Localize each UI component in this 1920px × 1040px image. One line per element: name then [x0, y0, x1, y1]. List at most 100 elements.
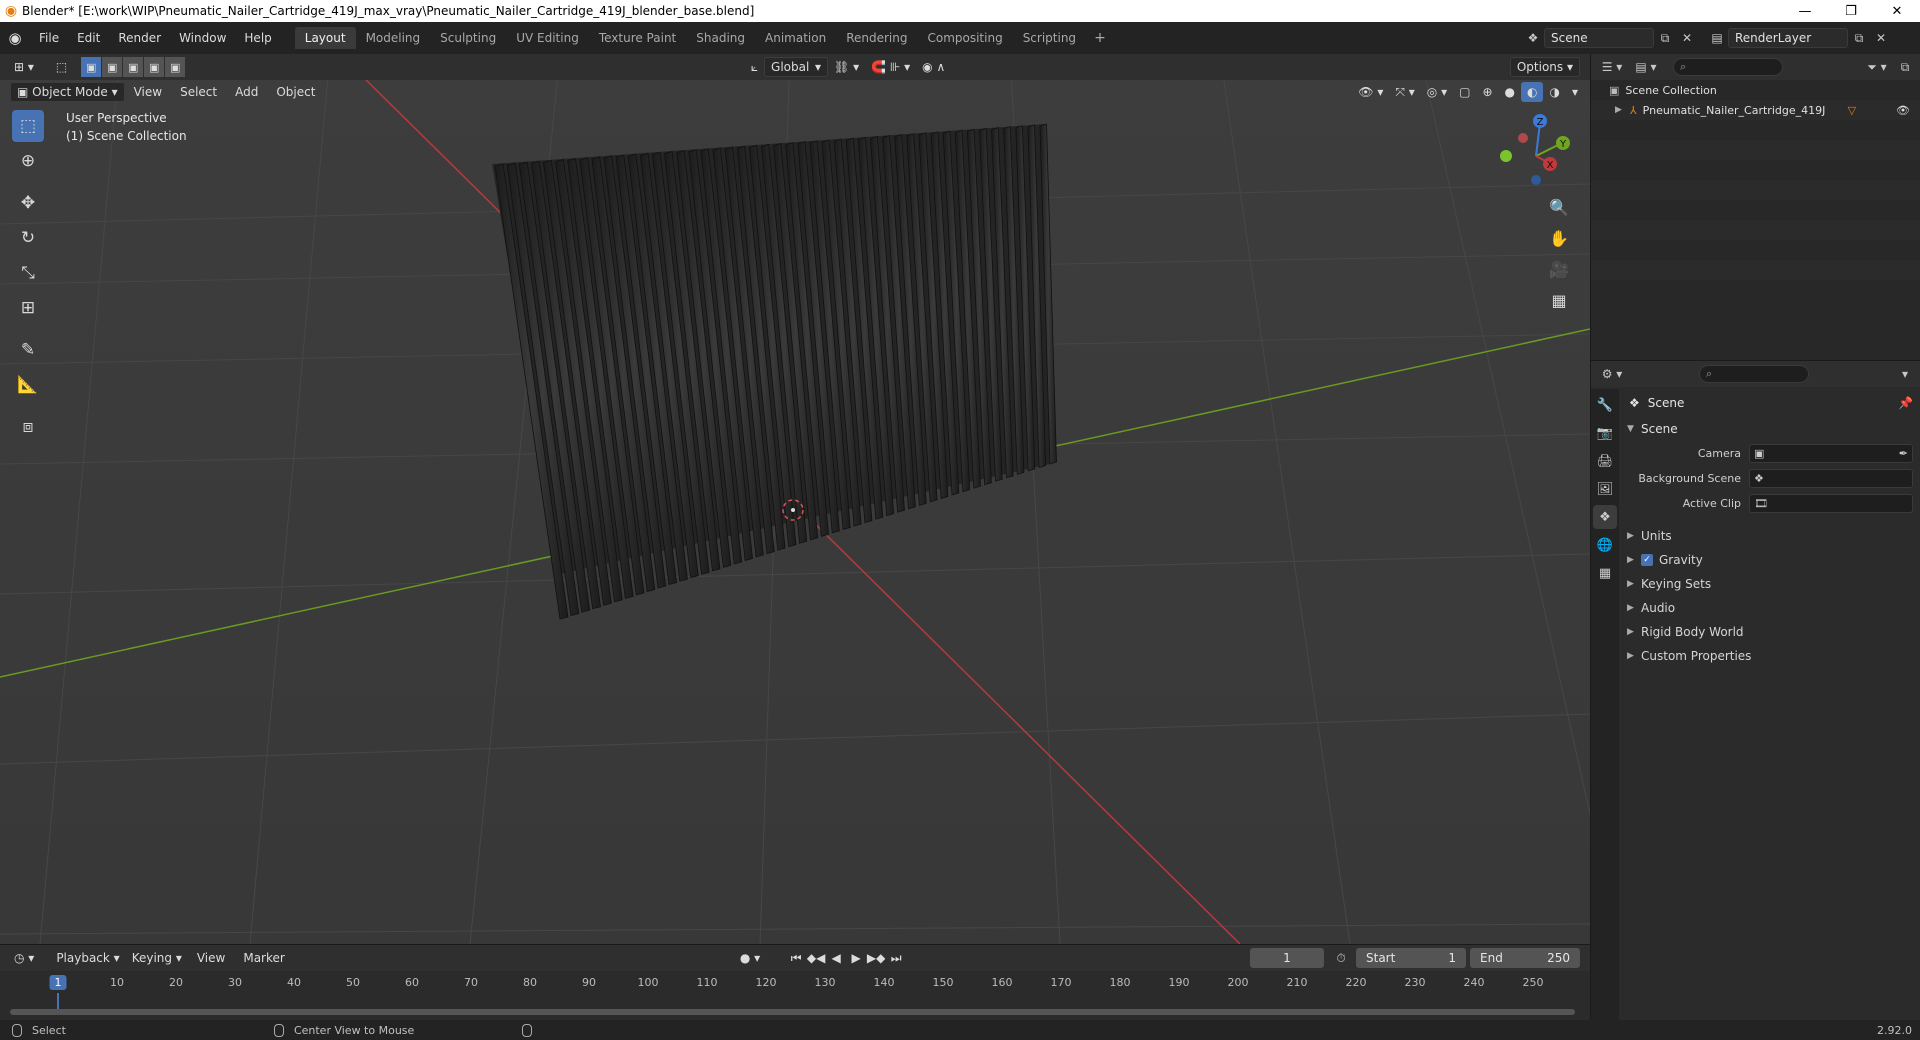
options-dropdown[interactable]: Options ▾ — [1509, 57, 1580, 77]
gravity-checkbox[interactable]: ✓ — [1641, 554, 1653, 566]
texture-tab-icon[interactable]: ▦ — [1593, 561, 1617, 585]
mode-subtract-icon[interactable]: ▣ — [123, 57, 144, 77]
tab-texture-paint[interactable]: Texture Paint — [589, 27, 686, 49]
tab-animation[interactable]: Animation — [755, 27, 836, 49]
view-layer-field[interactable]: RenderLayer — [1728, 28, 1848, 48]
camera-field[interactable]: ▣ ✒ — [1749, 444, 1913, 463]
custom-properties-panel-header[interactable]: ▶ Custom Properties — [1619, 644, 1920, 668]
outliner-editor-type-icon[interactable]: ☰ ▾ — [1595, 57, 1629, 77]
proportional-edit-icon[interactable]: ◉ ∧ — [916, 57, 951, 77]
new-scene-icon[interactable]: ⧉ — [1654, 28, 1676, 48]
active-clip-field[interactable]: 🎞 — [1749, 494, 1913, 513]
visibility-eye-icon[interactable]: 👁 — [1896, 104, 1910, 117]
scene-icon[interactable]: ❖ — [1522, 28, 1544, 48]
timeline-scrollbar[interactable] — [10, 1009, 1575, 1015]
filter-icon[interactable]: ⏷ ▾ — [1860, 57, 1894, 77]
transform-tool-icon[interactable]: ⊞ — [12, 292, 44, 324]
ortho-grid-icon[interactable]: ▦ — [1546, 287, 1572, 313]
viewport-menu-add[interactable]: Add — [226, 81, 267, 103]
expand-arrow-icon[interactable]: ▶ — [1615, 105, 1622, 115]
output-tab-icon[interactable]: 🖨 — [1593, 449, 1617, 473]
mode-invert-icon[interactable]: ▣ — [144, 57, 165, 77]
close-button[interactable]: ✕ — [1874, 0, 1920, 22]
menu-file[interactable]: File — [30, 27, 68, 49]
viewport-menu-view[interactable]: View — [125, 81, 171, 103]
eyedropper-icon[interactable]: ✒ — [1899, 447, 1908, 460]
tab-compositing[interactable]: Compositing — [917, 27, 1012, 49]
xray-icon[interactable]: ▢ — [1453, 82, 1476, 102]
pivot-point-icon[interactable]: ⛓ ▾ — [828, 57, 865, 77]
annotate-tool-icon[interactable]: ✎ — [12, 334, 44, 366]
display-mode-icon[interactable]: ▤ ▾ — [1629, 57, 1663, 77]
pin-icon[interactable]: 📌 — [1898, 396, 1913, 410]
delete-view-layer-icon[interactable]: ✕ — [1870, 28, 1892, 48]
pan-hand-icon[interactable]: ✋ — [1546, 225, 1572, 251]
scene-panel-header[interactable]: ▼ Scene — [1619, 417, 1920, 441]
rendered-shading-icon[interactable]: ◑ — [1543, 82, 1565, 102]
playback-menu[interactable]: Playback ▾ — [50, 948, 125, 968]
current-frame-marker[interactable]: 1 — [49, 975, 67, 990]
tab-scripting[interactable]: Scripting — [1013, 27, 1086, 49]
new-view-layer-icon[interactable]: ⧉ — [1848, 28, 1870, 48]
cursor-tool-icon[interactable]: ⊕ — [12, 145, 44, 177]
transform-orientation-icon[interactable]: ⟀ — [745, 57, 764, 77]
current-frame-field[interactable]: 1 — [1250, 948, 1324, 968]
menu-help[interactable]: Help — [235, 27, 280, 49]
tab-uv-editing[interactable]: UV Editing — [506, 27, 589, 49]
mode-intersect-icon[interactable]: ▣ — [165, 57, 186, 77]
frame-ruler[interactable]: 1 10 20 30 40 50 60 70 80 90 100 110 120 130 140 150 16… — [0, 973, 1590, 995]
gizmo-neg-y[interactable] — [1500, 150, 1512, 162]
mode-extend-icon[interactable]: ▣ — [102, 57, 123, 77]
keying-menu[interactable]: Keying ▾ — [126, 948, 188, 968]
tab-layout[interactable]: Layout — [294, 27, 356, 49]
start-frame-field[interactable]: Start 1 — [1356, 948, 1466, 968]
end-frame-field[interactable]: End 250 — [1470, 948, 1580, 968]
gravity-panel-header[interactable]: ▶ ✓ Gravity — [1619, 548, 1920, 572]
object-data-icon[interactable]: ▽ — [1848, 104, 1856, 117]
camera-view-icon[interactable]: 🎥 — [1546, 256, 1572, 282]
scale-tool-icon[interactable]: ⤡ — [12, 257, 44, 289]
overlays-icon[interactable]: ◎ ▾ — [1421, 82, 1453, 102]
measure-tool-icon[interactable]: 📐 — [12, 369, 44, 401]
outliner-row-object[interactable]: ▶ ⅄ Pneumatic_Nailer_Cartridge_419J ▽ 👁 — [1591, 100, 1920, 120]
timeline-menu-view[interactable]: View — [188, 947, 234, 969]
menu-window[interactable]: Window — [170, 27, 235, 49]
view-layer-tab-icon[interactable]: 🖼 — [1593, 477, 1617, 501]
preview-range-clock-icon[interactable]: ⏱ — [1330, 948, 1352, 968]
solid-shading-icon[interactable]: ● — [1499, 82, 1521, 102]
world-tab-icon[interactable]: 🌐 — [1593, 533, 1617, 557]
3d-viewport[interactable]: Z Y X ⊞ ▾ ⬚ ▣ ▣ ▣ ▣ ▣ ⟀ Global ▾ ⛓ ▾ 🧲 ⊪ … — [0, 54, 1590, 944]
tab-shading[interactable]: Shading — [686, 27, 755, 49]
outliner-search-input[interactable]: ⌕ — [1673, 58, 1783, 76]
auto-keying-icon[interactable]: ● ▾ — [734, 948, 766, 968]
prev-keyframe-icon[interactable]: ◆◀ — [806, 951, 826, 966]
new-collection-icon[interactable]: ⧉ — [1894, 57, 1916, 77]
menu-render[interactable]: Render — [109, 27, 170, 49]
scene-name-field[interactable]: Scene — [1544, 28, 1654, 48]
transform-orientation-dropdown[interactable]: Global ▾ — [764, 57, 829, 77]
next-keyframe-icon[interactable]: ▶◆ — [866, 951, 886, 966]
play-reverse-icon[interactable]: ◀ — [826, 951, 846, 966]
editor-type-icon[interactable]: ⊞ ▾ — [8, 57, 40, 77]
add-workspace-button[interactable]: + — [1086, 30, 1114, 46]
play-icon[interactable]: ▶ — [846, 951, 866, 966]
restore-button[interactable]: ❐ — [1828, 0, 1874, 22]
material-shading-icon[interactable]: ◐ — [1521, 82, 1544, 102]
view-layer-icon[interactable]: ▤ — [1706, 28, 1728, 48]
object-mode-dropdown[interactable]: ▣ Object Mode ▾ — [10, 82, 125, 102]
properties-options-icon[interactable]: ▾ — [1894, 364, 1916, 384]
gizmo-neg-z[interactable] — [1531, 175, 1541, 185]
scene-tab-icon[interactable]: ❖ — [1593, 505, 1617, 529]
tab-modeling[interactable]: Modeling — [356, 27, 431, 49]
keying-sets-panel-header[interactable]: ▶ Keying Sets — [1619, 572, 1920, 596]
audio-panel-header[interactable]: ▶ Audio — [1619, 596, 1920, 620]
snap-icon[interactable]: 🧲 ⊪ ▾ — [865, 57, 916, 77]
timeline-menu-marker[interactable]: Marker — [234, 947, 293, 969]
tab-rendering[interactable]: Rendering — [836, 27, 917, 49]
blender-menu-icon[interactable]: ◉ — [0, 29, 30, 47]
add-cube-tool-icon[interactable]: ⧈ — [12, 411, 44, 443]
rigid-body-world-panel-header[interactable]: ▶ Rigid Body World — [1619, 620, 1920, 644]
rotate-tool-icon[interactable]: ↻ — [12, 222, 44, 254]
background-scene-field[interactable]: ❖ — [1749, 469, 1913, 488]
select-box-icon[interactable]: ⬚ — [50, 57, 73, 77]
